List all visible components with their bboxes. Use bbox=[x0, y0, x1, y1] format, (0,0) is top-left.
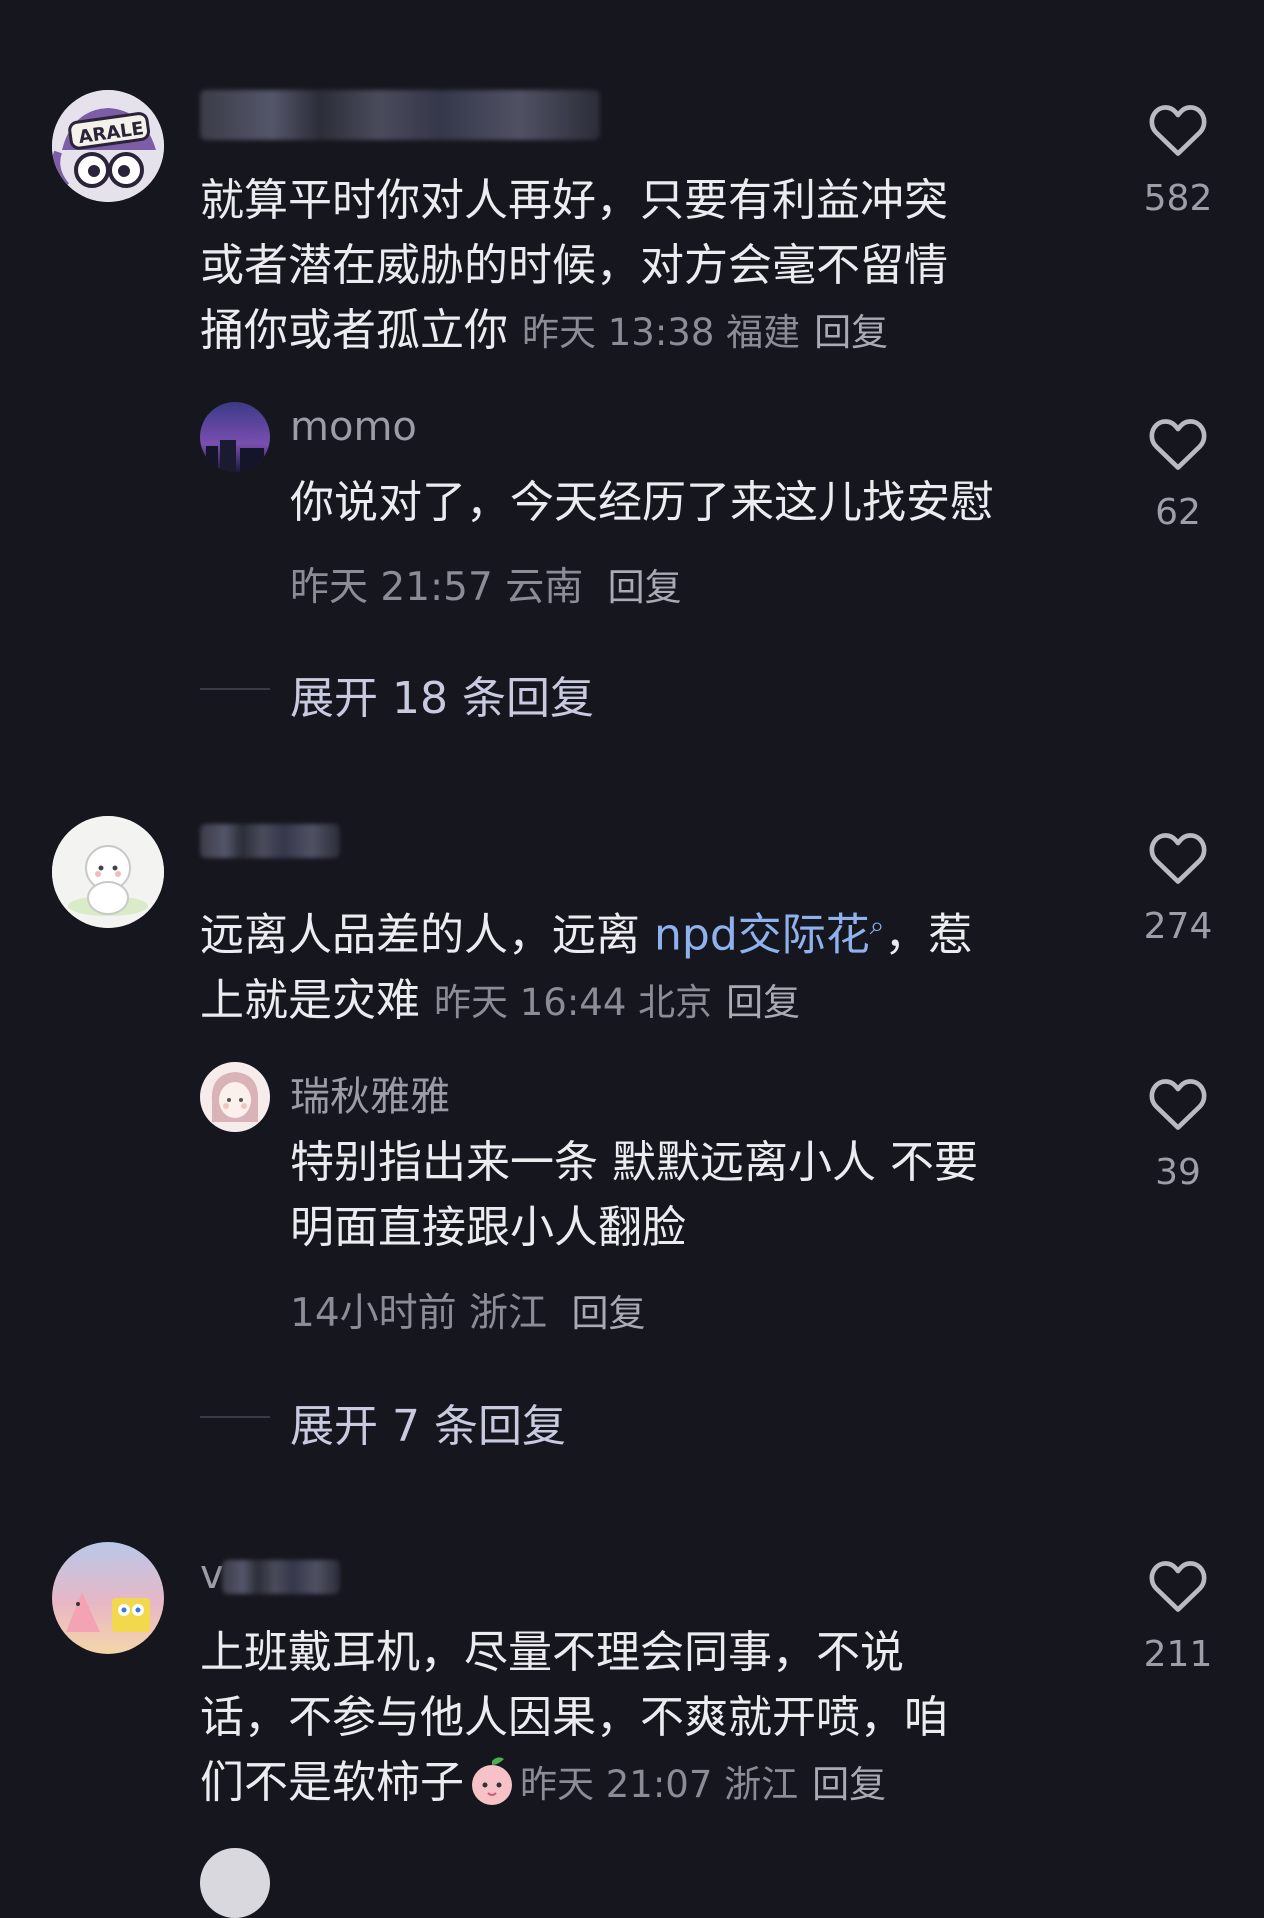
reply-button[interactable]: 回复 bbox=[814, 311, 888, 354]
arale-avatar-image: ARALE bbox=[52, 90, 164, 202]
like-button[interactable]: 582 bbox=[1126, 100, 1230, 219]
like-button[interactable]: 211 bbox=[1126, 1556, 1230, 1675]
reply-button[interactable]: 回复 bbox=[571, 1292, 645, 1335]
avatar[interactable] bbox=[52, 1542, 164, 1654]
peach-emoji-icon bbox=[468, 1755, 516, 1807]
heart-icon bbox=[1149, 1561, 1207, 1612]
reply-text: 你说对了，今天经历了来这儿找安慰 bbox=[290, 477, 994, 528]
heart-icon bbox=[1149, 419, 1207, 470]
like-count: 39 bbox=[1155, 1152, 1201, 1193]
reply-button[interactable]: 回复 bbox=[726, 981, 800, 1024]
like-count: 274 bbox=[1143, 906, 1213, 947]
reply-text: 特别指出来一条 默默远离小人 不要 明面直接跟小人翻脸 bbox=[290, 1137, 978, 1253]
topic-link[interactable]: npd交际花 bbox=[654, 910, 870, 961]
comment-text: 上班戴耳机，尽量不理会同事，不说 话，不参与他人因果，不爽就开喷，咱 们不是软柿… bbox=[200, 1627, 948, 1808]
like-count: 211 bbox=[1143, 1634, 1213, 1675]
reply-meta: 14小时前 浙江 回复 bbox=[290, 1291, 646, 1336]
like-button[interactable]: 39 bbox=[1126, 1074, 1230, 1193]
cartoon-pair-avatar-image bbox=[52, 1542, 164, 1654]
like-count: 62 bbox=[1155, 492, 1201, 533]
reply-button[interactable]: 回复 bbox=[812, 1763, 886, 1806]
like-button[interactable]: 274 bbox=[1126, 828, 1230, 947]
expand-replies-button[interactable]: 展开 7 条回复 bbox=[290, 1390, 566, 1454]
heart-icon bbox=[1149, 105, 1207, 156]
comment-text: 就算平时你对人再好，只要有利益冲突 或者潜在威胁的时候，对方会毫不留情 捅你或者… bbox=[200, 175, 948, 356]
divider bbox=[200, 1416, 270, 1418]
comment-meta: 昨天 16:44 北京 bbox=[434, 980, 713, 1024]
expand-replies-button[interactable]: 展开 18 条回复 bbox=[290, 662, 594, 726]
like-count: 582 bbox=[1143, 178, 1213, 219]
comment-text: 远离人品差的人，远离 npd交际花⌕，惹 上就是灾难 昨天 16:44 北京 回… bbox=[200, 909, 973, 1026]
heart-icon bbox=[1149, 1079, 1207, 1130]
username-blurred[interactable] bbox=[222, 1560, 340, 1594]
heart-icon bbox=[1149, 833, 1207, 884]
comment-meta: 昨天 13:38 福建 bbox=[522, 311, 801, 354]
girl-avatar-image bbox=[200, 1062, 270, 1132]
comment-meta: 昨天 21:07 浙江 bbox=[520, 1763, 799, 1806]
username-blurred[interactable] bbox=[200, 824, 340, 858]
reply-button[interactable]: 回复 bbox=[608, 566, 682, 609]
username-initial[interactable]: v bbox=[200, 1552, 224, 1598]
reply-username[interactable]: momo bbox=[290, 404, 417, 450]
avatar[interactable] bbox=[200, 402, 270, 472]
avatar[interactable] bbox=[52, 816, 164, 928]
username-blurred[interactable] bbox=[200, 90, 600, 140]
like-button[interactable]: 62 bbox=[1126, 414, 1230, 533]
avatar[interactable] bbox=[200, 1062, 270, 1132]
reply-username[interactable]: 瑞秋雅雅 bbox=[290, 1064, 450, 1122]
divider bbox=[200, 688, 270, 690]
avatar[interactable]: ARALE bbox=[52, 90, 164, 202]
reply-meta: 昨天 21:57 云南 回复 bbox=[290, 565, 682, 610]
search-icon: ⌕ bbox=[869, 911, 885, 941]
cartoon-avatar-image bbox=[52, 816, 164, 928]
night-sky-avatar-image bbox=[200, 402, 270, 472]
